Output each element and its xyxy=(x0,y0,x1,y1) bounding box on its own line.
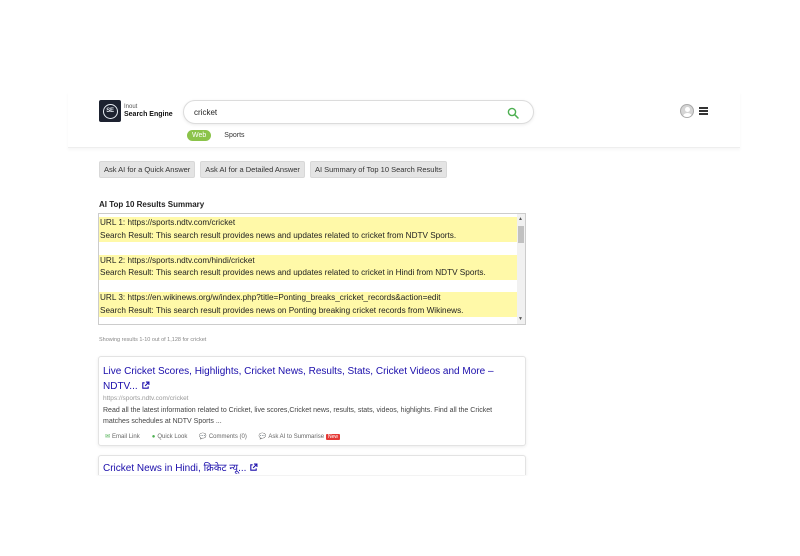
result-title-text[interactable]: Cricket News in Hindi, क्रिकेट न्यू... xyxy=(103,463,246,474)
eye-icon: ● xyxy=(151,433,156,440)
result-snippet: Read all the latest information related … xyxy=(103,407,493,425)
summary-content: URL 1: https://sports.ndtv.com/cricket S… xyxy=(99,217,518,317)
logo-line1: Inout xyxy=(124,104,138,110)
summary-url-2: URL 2: https://sports.ndtv.com/hindi/cri… xyxy=(99,254,518,267)
result-title-link[interactable]: Cricket News in Hindi, क्रिकेट न्यू... xyxy=(103,461,513,476)
summary-box[interactable]: URL 1: https://sports.ndtv.com/cricket S… xyxy=(98,213,526,325)
search-bar xyxy=(183,100,534,124)
header: SE Inout Search Engine Web Sports xyxy=(68,92,740,148)
new-badge: New xyxy=(326,433,341,440)
result-title-text[interactable]: Live Cricket Scores, Highlights, Cricket… xyxy=(103,366,494,392)
result-count: Showing results 1-10 out of 1,128 for cr… xyxy=(99,337,207,343)
search-input[interactable] xyxy=(194,105,494,120)
summary-result-2: Search Result: This search result provid… xyxy=(99,267,518,280)
summary-scrollbar[interactable]: ▲ ▼ xyxy=(517,214,525,324)
scroll-down-arrow-icon[interactable]: ▼ xyxy=(518,316,523,322)
user-avatar-icon[interactable] xyxy=(680,104,694,118)
email-link-label: Email Link xyxy=(112,433,140,440)
result-card: Live Cricket Scores, Highlights, Cricket… xyxy=(98,356,526,446)
quick-look-label: Quick Look xyxy=(157,433,188,440)
result-actions: ✉ Email Link ● Quick Look 💬 Comments (0) 💬 A… xyxy=(105,433,352,440)
summary-result-3: Search Result: This search result provid… xyxy=(99,304,518,317)
summary-url-3: URL 3: https://en.wikinews.org/w/index.p… xyxy=(99,292,518,305)
chat-icon: 💬 xyxy=(258,434,267,440)
quick-look-action[interactable]: ● Quick Look xyxy=(152,434,188,440)
result-card: Cricket News in Hindi, क्रिकेट न्यू... xyxy=(98,455,526,475)
external-link-icon[interactable] xyxy=(141,381,150,390)
email-link-action[interactable]: ✉ Email Link xyxy=(105,433,140,441)
ask-ai-summarise-action[interactable]: 💬 Ask AI to Summarise New xyxy=(258,433,341,440)
scrollbar-thumb[interactable] xyxy=(518,226,524,243)
result-url: https://sports.ndtv.com/cricket xyxy=(103,395,189,402)
comments-icon: 💬 xyxy=(199,434,207,440)
summary-result-1: Search Result: This search result provid… xyxy=(99,229,518,242)
ai-summary-button[interactable]: AI Summary of Top 10 Search Results xyxy=(309,161,447,178)
logo-mark: SE xyxy=(99,100,121,122)
tab-sports[interactable]: Sports xyxy=(219,130,249,141)
ask-ai-summarise-label: Ask AI to Summarise xyxy=(268,433,325,440)
scroll-up-arrow-icon[interactable]: ▲ xyxy=(518,216,523,222)
search-tabs: Web Sports xyxy=(187,130,258,141)
summary-title: AI Top 10 Results Summary xyxy=(99,200,205,209)
logo-line2: Search Engine xyxy=(124,111,173,118)
site-logo[interactable]: SE Inout Search Engine xyxy=(99,100,173,122)
external-link-icon[interactable] xyxy=(249,463,258,472)
summary-url-1: URL 1: https://sports.ndtv.com/cricket xyxy=(99,217,518,230)
logo-text: Inout Search Engine xyxy=(124,103,173,119)
comments-action[interactable]: 💬 Comments (0) xyxy=(199,433,247,441)
search-icon[interactable] xyxy=(507,107,519,119)
tab-web[interactable]: Web xyxy=(187,130,212,141)
page-bottom-area xyxy=(0,476,800,556)
ai-buttons: Ask AI for a Quick Answer Ask AI for a D… xyxy=(99,161,452,178)
ask-ai-detailed-button[interactable]: Ask AI for a Detailed Answer xyxy=(200,161,305,178)
hamburger-menu-icon[interactable] xyxy=(699,107,708,115)
result-title-link[interactable]: Live Cricket Scores, Highlights, Cricket… xyxy=(103,364,513,394)
comments-label: Comments (0) xyxy=(208,433,247,440)
email-icon: ✉ xyxy=(105,434,111,440)
user-area xyxy=(680,104,708,118)
logo-mark-text: SE xyxy=(102,103,118,119)
ask-ai-quick-button[interactable]: Ask AI for a Quick Answer xyxy=(99,161,196,178)
